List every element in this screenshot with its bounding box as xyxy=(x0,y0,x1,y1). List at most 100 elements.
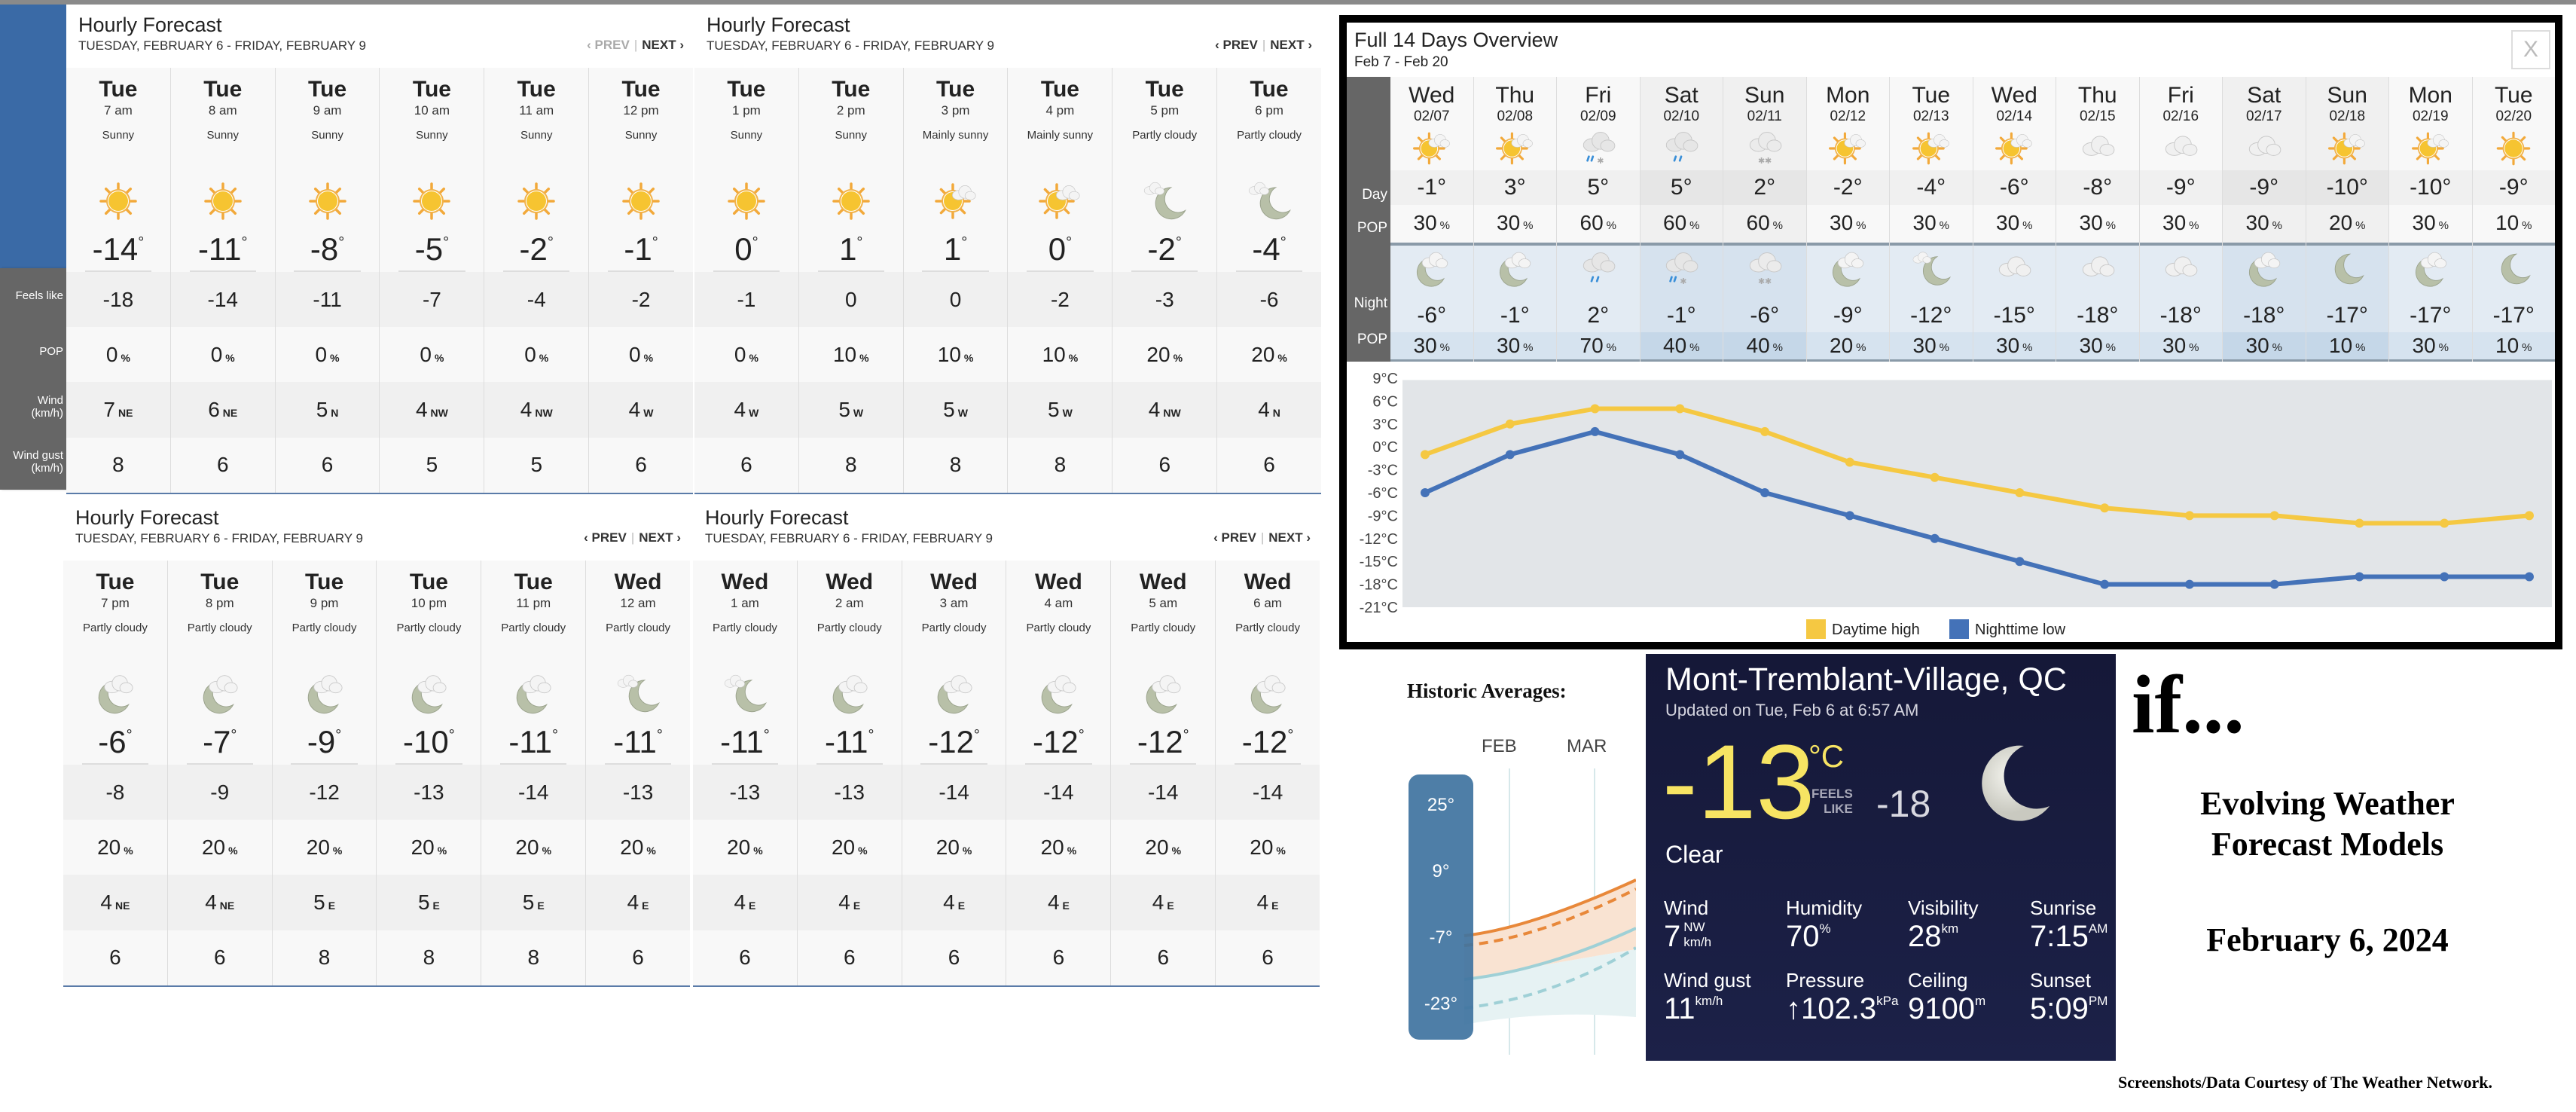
next-button[interactable]: NEXT › xyxy=(1270,38,1312,52)
pop-cell: 0% xyxy=(734,342,758,366)
moon-small-cloud-icon xyxy=(1142,179,1187,224)
sun-icon xyxy=(2493,128,2534,166)
row-label: Wind (km/h) xyxy=(31,393,64,420)
hour-time: 4 pm xyxy=(1045,103,1075,118)
hour-time: 7 pm xyxy=(101,596,130,610)
pager-divider: | xyxy=(630,530,635,545)
wind-cell: 5W xyxy=(1008,382,1113,438)
data-point xyxy=(1675,404,1685,414)
cloud-icon xyxy=(1994,249,2034,286)
wind-direction: NE xyxy=(114,900,130,912)
hour-temperature: -6° xyxy=(81,724,149,765)
wind-speed: 4 xyxy=(1152,891,1164,915)
moon-cloud-icon xyxy=(93,671,138,716)
feels-like-cell: -18 xyxy=(66,271,170,328)
row-label: Feels like xyxy=(15,289,63,303)
night-section: -9° 20% xyxy=(1806,243,1889,362)
wind-speed: 4 xyxy=(205,891,217,915)
hour-time: 10 pm xyxy=(411,596,447,610)
sun-cloud-icon xyxy=(1412,128,1452,166)
feels-like-cell: -11 xyxy=(275,271,380,328)
next-button[interactable]: NEXT › xyxy=(642,38,684,52)
overview-day-column: Mon 02/12 -2° 30% -9° 20% xyxy=(1806,77,1890,362)
hour-temperature: -14° xyxy=(84,231,152,272)
day-section: Thu 02/15 -8° 30% xyxy=(2056,77,2139,243)
pop-cell: 20% xyxy=(97,835,133,859)
overview-day-column: Thu 02/15 -8° 30% -18° 30% xyxy=(2056,77,2140,362)
wind-gust-cell: 6 xyxy=(1157,946,1170,970)
next-button[interactable]: NEXT › xyxy=(1268,530,1311,545)
pop-cell: 0% xyxy=(105,342,130,366)
night-temperature: -18° xyxy=(2159,303,2202,328)
hour-day: Tue xyxy=(1145,77,1184,102)
pop-value: 20 xyxy=(1250,835,1274,859)
moon-cloud-icon xyxy=(1494,249,1535,287)
night-pop: 30% xyxy=(2223,331,2306,362)
hour-time: 8 am xyxy=(208,103,237,118)
overview-day-column: Wed 02/07 -1° 30% -6° 30% xyxy=(1390,77,1474,362)
hour-column: Tue 3 pm Mainly sunny 1° 0 10% 5 W 8 xyxy=(903,68,1009,493)
hour-condition: Sunny xyxy=(624,129,658,142)
overview-day-column: Sat 02/17 -9° 30% -18° 30% xyxy=(2223,77,2306,362)
month-label: FEB xyxy=(1482,736,1517,756)
stat-wind-gust: Wind gust 11km/h xyxy=(1664,969,1751,1026)
moon-cloud-icon xyxy=(1036,671,1081,716)
wind-cell: 4 NW xyxy=(484,382,589,438)
prev-button[interactable]: ‹ PREV xyxy=(1215,38,1258,52)
wind-cell: 4E xyxy=(693,875,797,930)
wind-speed: 4 xyxy=(1258,398,1270,422)
day-name: Thu xyxy=(1495,83,1535,108)
prev-button[interactable]: ‹ PREV xyxy=(1213,530,1256,545)
hour-day: Wed xyxy=(1139,570,1187,594)
fourteen-day-overview: Full 14 Days Overview Feb 7 - Feb 20 X D… xyxy=(1339,15,2562,649)
night-temperature: -18° xyxy=(2077,303,2119,328)
moon-cloud-icon xyxy=(511,671,556,716)
pop-cell: 0% xyxy=(315,342,340,366)
hour-condition: Partly cloudy xyxy=(1237,129,1302,142)
day-pop-value: 30 xyxy=(2079,211,2103,234)
day-pop: 30% xyxy=(1996,211,2033,234)
day-temperature: -9° xyxy=(2472,170,2555,205)
wind-speed: 5 xyxy=(316,398,328,422)
hour-temperature: 0° xyxy=(1027,231,1094,272)
moon-small-cloud-icon xyxy=(1247,179,1292,224)
rain-icon xyxy=(1578,249,1619,286)
hour-condition: Partly cloudy xyxy=(187,622,252,634)
day-name: Mon xyxy=(1826,83,1870,108)
wind-direction: E xyxy=(1271,900,1279,912)
data-point xyxy=(1505,419,1515,429)
close-button[interactable]: X xyxy=(2511,30,2550,69)
wind-speed: 5 xyxy=(943,398,955,422)
pop-cell: 20% xyxy=(620,835,656,859)
next-button[interactable]: NEXT › xyxy=(639,530,681,545)
wind-cell: 4 NE xyxy=(167,875,272,930)
wind-direction: W xyxy=(853,407,864,420)
day-temperature: -8° xyxy=(2056,170,2139,205)
pop-value: 20 xyxy=(1040,835,1064,859)
stat-label: Humidity xyxy=(1786,897,1863,919)
moon-cloud-icon xyxy=(827,671,872,716)
day-pop: 60% xyxy=(1579,211,1617,234)
pager-divider: | xyxy=(1262,38,1266,52)
pop-cell: 0% xyxy=(524,342,549,366)
y-tick-label: -12°C xyxy=(1360,531,1398,548)
hour-condition: Sunny xyxy=(835,129,868,142)
day-pop-value: 20 xyxy=(2329,211,2353,234)
data-point xyxy=(1845,511,1854,521)
wind-gust-cell: 6 xyxy=(216,453,229,477)
stat-value: 9100m xyxy=(1908,992,1985,1026)
y-tick-label: 9°C xyxy=(1372,371,1398,387)
temperature-value: -11 xyxy=(508,723,553,759)
feels-like-cell: -9 xyxy=(167,764,272,820)
y-tick-label: -21°C xyxy=(1360,600,1398,616)
day-date: 02/18 xyxy=(2329,108,2366,124)
day-name: Tue xyxy=(1912,83,1951,108)
hour-condition: Sunny xyxy=(520,129,553,142)
prev-button[interactable]: ‹ PREV xyxy=(584,530,627,545)
moon-cloud-icon xyxy=(2410,249,2451,287)
day-temperature: -4° xyxy=(1890,170,1973,205)
day-pop-value: 30 xyxy=(1996,211,2020,234)
data-point xyxy=(2355,572,2364,582)
night-temperature: -1° xyxy=(1666,303,1696,328)
day-date: 02/17 xyxy=(2245,108,2282,124)
